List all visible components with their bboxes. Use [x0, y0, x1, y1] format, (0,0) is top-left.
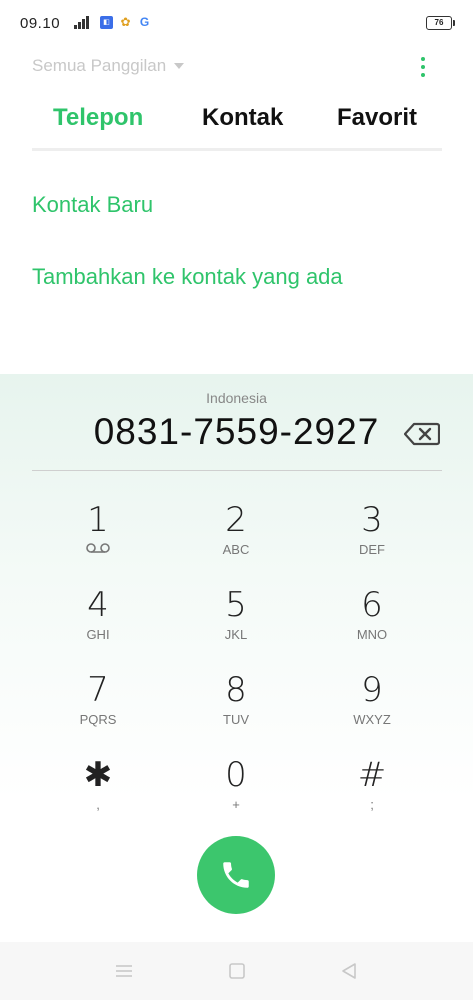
dial-key-4[interactable]: 4 GHI — [43, 585, 153, 655]
google-icon: G — [139, 15, 150, 29]
dialer-panel: Indonesia 0831-7559-2927 1 2 ABC 3 DEF 4… — [0, 374, 473, 942]
dial-key-2[interactable]: 2 ABC — [181, 500, 291, 570]
status-bar: 09.10 ◧ ✿ G 76 — [0, 0, 473, 46]
menu-icon[interactable] — [114, 962, 134, 980]
call-filter-label: Semua Panggilan — [32, 56, 167, 75]
home-icon[interactable] — [227, 962, 247, 980]
tab-divider — [32, 148, 442, 151]
phone-icon — [223, 862, 249, 888]
dial-key-1[interactable]: 1 — [43, 500, 153, 570]
tab-bar: Telepon Kontak Favorit — [32, 104, 442, 148]
backspace-icon[interactable] — [404, 422, 440, 446]
app-notification-icon: ✿ — [120, 15, 131, 29]
tab-telepon[interactable]: Telepon — [53, 104, 143, 132]
dialed-number: 0831-7559-2927 — [93, 411, 380, 452]
dial-key-star[interactable]: ✱ , — [43, 755, 153, 825]
voicemail-icon — [86, 543, 110, 553]
dial-key-3[interactable]: 3 DEF — [317, 500, 427, 570]
call-button[interactable] — [197, 836, 275, 914]
battery-icon: 76 — [426, 16, 455, 30]
number-underline — [32, 470, 442, 471]
tab-kontak[interactable]: Kontak — [202, 104, 283, 132]
status-icons: ◧ ✿ G — [74, 15, 151, 29]
caret-down-icon — [174, 63, 185, 69]
signal-icon — [74, 15, 94, 29]
add-to-existing-contact-link[interactable]: Tambahkan ke kontak yang ada — [32, 264, 343, 290]
dial-key-8[interactable]: 8 TUV — [181, 670, 291, 740]
back-icon[interactable] — [339, 962, 359, 980]
app-notification-icon: ◧ — [100, 15, 113, 29]
dial-key-6[interactable]: 6 MNO — [317, 585, 427, 655]
dial-key-hash[interactable]: # ; — [317, 755, 427, 825]
dial-key-7[interactable]: 7 PQRS — [43, 670, 153, 740]
status-time: 09.10 — [20, 15, 61, 32]
region-label: Indonesia — [206, 390, 267, 406]
more-vertical-icon[interactable] — [414, 54, 432, 80]
call-filter-dropdown[interactable]: Semua Panggilan — [32, 56, 185, 76]
new-contact-link[interactable]: Kontak Baru — [32, 192, 153, 218]
dial-key-9[interactable]: 9 WXYZ — [317, 670, 427, 740]
tab-favorit[interactable]: Favorit — [337, 104, 417, 132]
dial-key-5[interactable]: 5 JKL — [181, 585, 291, 655]
dial-key-0[interactable]: 0 + — [181, 755, 291, 825]
system-navigation-bar — [0, 942, 473, 1000]
